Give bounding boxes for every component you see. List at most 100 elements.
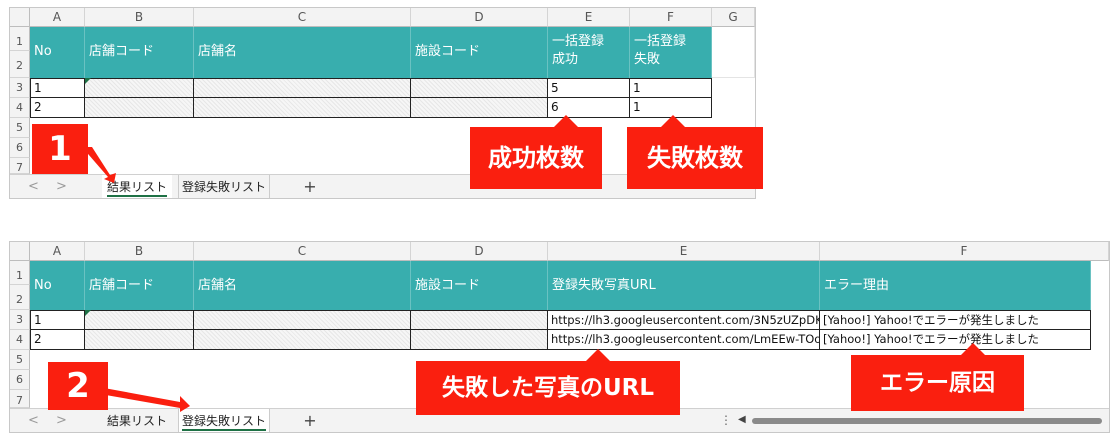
plus-icon-2: + [303,411,317,430]
callout-url-pointer [586,349,610,361]
row-header-5-2[interactable]: 5 [10,350,30,370]
col-header-e[interactable]: E [548,8,630,27]
tab-result-list-label-2: 結果リスト [106,414,167,428]
cell-a4-2[interactable]: 2 [30,330,85,350]
header-bulk-success[interactable]: 一括登録 成功 [548,27,630,78]
horizontal-scrollbar-thumb[interactable] [752,418,1102,424]
tab-failed-list-label-2: 登録失敗リスト [181,414,266,431]
cell-f3-2[interactable]: [Yahoo!] Yahoo!でエラーが発生しました [820,310,1091,330]
row-header-4-2[interactable]: 4 [10,330,30,350]
cell-e4-2[interactable]: https://lh3.googleusercontent.com/LmEEw-… [548,330,820,350]
step-1-arrow [82,147,116,183]
col-header-c-2[interactable]: C [194,242,411,261]
callout-fail-pointer [661,115,685,127]
cell-g1[interactable] [712,27,755,78]
callout-failed-photo-url: 失敗した写真のURL [416,349,680,415]
header-error-reason[interactable]: エラー理由 [820,261,1091,310]
row-header-5[interactable]: 5 [10,118,30,138]
tab-failed-list-2[interactable]: 登録失敗リスト [178,409,270,432]
cell-e3[interactable]: 5 [548,78,630,98]
cell-a4[interactable]: 2 [30,98,85,118]
col-header-f[interactable]: F [630,8,712,27]
callout-success-label: 成功枚数 [488,144,584,172]
cell-e3-2[interactable]: https://lh3.googleusercontent.com/3N5zUZ… [548,310,820,330]
header-no[interactable]: No [30,27,85,78]
header-failed-photo-url[interactable]: 登録失敗写真URL [548,261,820,310]
header-bulk-fail-line1: 一括登録 [634,34,687,49]
header-facility-code[interactable]: 施設コード [411,27,548,78]
cell-d3[interactable] [411,78,548,98]
col-header-a-2[interactable]: A [30,242,85,261]
callout-success-count: 成功枚数 [470,115,602,189]
row-header-1[interactable]: 1 [10,27,30,51]
header-bulk-success-line1: 一括登録 [552,34,605,49]
callout-error-reason: エラー原因 [851,343,1024,411]
header-store-code-2[interactable]: 店舗コード [85,261,194,310]
callout-fail-label: 失敗枚数 [647,144,743,172]
error-indicator [85,78,91,84]
col-header-b-2[interactable]: B [85,242,194,261]
cell-c3[interactable] [194,78,411,98]
header-facility-code-2[interactable]: 施設コード [411,261,548,310]
cell-c4-2[interactable] [194,330,411,350]
cell-c3-2[interactable] [194,310,411,330]
col-header-c[interactable]: C [194,8,411,27]
cell-f3[interactable]: 1 [630,78,712,98]
callout-fail-count: 失敗枚数 [627,115,763,189]
header-no-2[interactable]: No [30,261,85,310]
cell-f4-2[interactable]: [Yahoo!] Yahoo!でエラーが発生しました [820,330,1091,350]
row-header-7-2[interactable]: 7 [10,390,30,408]
select-all-corner-2[interactable] [10,242,30,261]
cell-a3-2[interactable]: 1 [30,310,85,330]
step-2-badge: 2 [48,362,108,410]
cell-b4-2[interactable] [85,330,194,350]
row-header-2[interactable]: 2 [10,51,30,78]
row-header-7[interactable]: 7 [10,158,30,174]
col-header-g[interactable]: G [712,8,755,27]
col-header-a[interactable]: A [30,8,85,27]
row-header-3-2[interactable]: 3 [10,310,30,330]
header-bulk-fail-line2: 失敗 [634,52,661,67]
cell-d4[interactable] [411,98,548,118]
row-header-4[interactable]: 4 [10,98,30,118]
more-options-icon[interactable]: ⋮ [720,413,732,427]
row-header-1-2[interactable]: 1 [10,261,30,285]
header-store-name[interactable]: 店舗名 [194,27,411,78]
tab-failed-list[interactable]: 登録失敗リスト [178,175,270,198]
row-header-6[interactable]: 6 [10,138,30,158]
col-header-f-2[interactable]: F [820,242,1109,261]
cell-b4[interactable] [85,98,194,118]
cell-c4[interactable] [194,98,411,118]
col-header-d-2[interactable]: D [411,242,548,261]
scroll-left-icon[interactable]: ◀ [738,414,746,425]
chevron-left-icon[interactable]: < [28,179,39,194]
cell-b3-2[interactable] [85,310,194,330]
plus-icon: + [303,177,317,196]
tab-failed-list-label: 登録失敗リスト [181,180,266,194]
callout-success-pointer [554,115,578,127]
row-header-6-2[interactable]: 6 [10,370,30,390]
error-indicator-2 [85,310,91,316]
row-header-2-2[interactable]: 2 [10,285,30,310]
header-store-name-2[interactable]: 店舗名 [194,261,411,310]
header-store-code[interactable]: 店舗コード [85,27,194,78]
chevron-right-icon-2[interactable]: > [56,413,67,428]
header-bulk-fail[interactable]: 一括登録 失敗 [630,27,712,78]
cell-d3-2[interactable] [411,310,548,330]
chevron-left-icon-2[interactable]: < [28,413,39,428]
cell-b3[interactable] [85,78,194,98]
col-header-b[interactable]: B [85,8,194,27]
cell-d4-2[interactable] [411,330,548,350]
select-all-corner[interactable] [10,8,30,27]
callout-url-label: 失敗した写真のURL [441,375,655,401]
cell-a3[interactable]: 1 [30,78,85,98]
row-header-3[interactable]: 3 [10,78,30,98]
add-sheet-button-2[interactable]: + [295,409,325,432]
step-2-arrow [100,388,190,412]
callout-error-pointer [961,343,985,355]
header-bulk-success-line2: 成功 [552,52,579,67]
col-header-e-2[interactable]: E [548,242,820,261]
col-header-d[interactable]: D [411,8,548,27]
add-sheet-button[interactable]: + [295,175,325,198]
chevron-right-icon[interactable]: > [56,179,67,194]
